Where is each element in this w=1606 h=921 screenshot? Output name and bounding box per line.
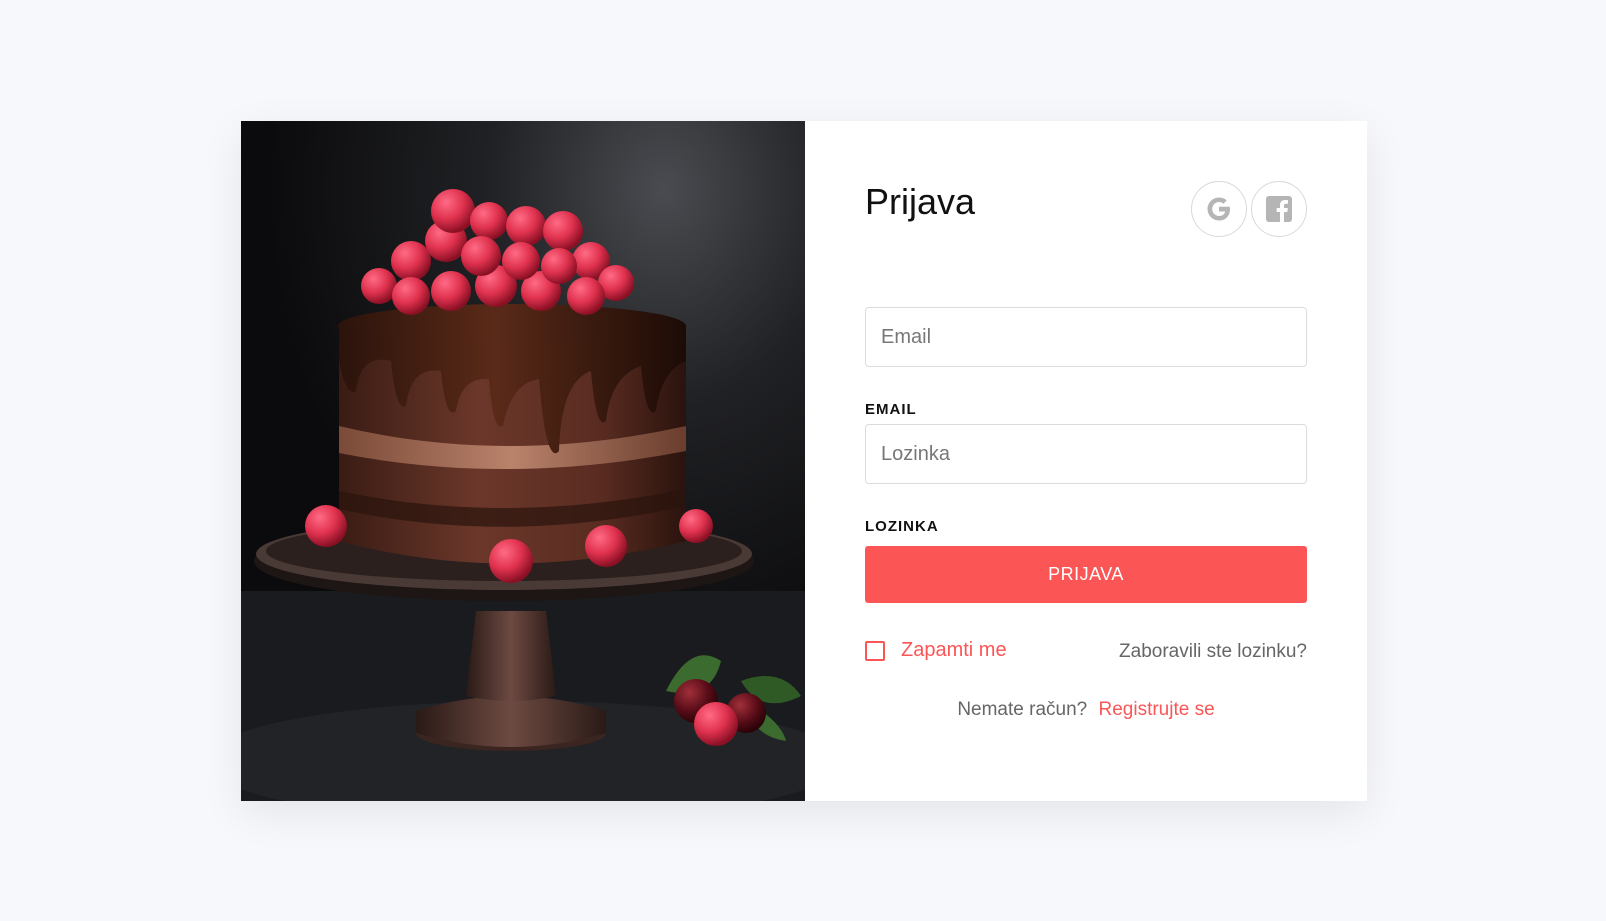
facebook-login-button[interactable]	[1251, 181, 1307, 237]
register-link[interactable]: Registrujte se	[1099, 699, 1215, 720]
google-icon	[1207, 197, 1230, 221]
email-label: EMAIL	[865, 401, 917, 418]
signup-prompt: Nemate račun? Registrujte se	[865, 699, 1307, 721]
password-label: LOZINKA	[865, 518, 939, 535]
login-card: Prijava EMAIL LOZINKA PRIJAVA	[241, 121, 1367, 801]
no-account-text: Nemate račun?	[957, 699, 1088, 720]
login-form-panel: Prijava EMAIL LOZINKA PRIJAVA	[805, 121, 1367, 801]
page-title: Prijava	[865, 181, 976, 222]
remember-me-option[interactable]: Zapamti me	[865, 639, 1007, 662]
google-login-button[interactable]	[1191, 181, 1247, 237]
remember-me-checkbox[interactable]	[865, 640, 885, 661]
login-button[interactable]: PRIJAVA	[865, 546, 1307, 603]
email-field[interactable]	[865, 307, 1307, 367]
password-field[interactable]	[865, 424, 1307, 484]
cake-image	[241, 121, 805, 801]
forgot-password-link[interactable]: Zaboravili ste lozinku?	[1119, 641, 1307, 663]
facebook-icon	[1266, 196, 1292, 222]
remember-me-label: Zapamti me	[901, 639, 1007, 661]
social-login-group	[1191, 181, 1307, 237]
